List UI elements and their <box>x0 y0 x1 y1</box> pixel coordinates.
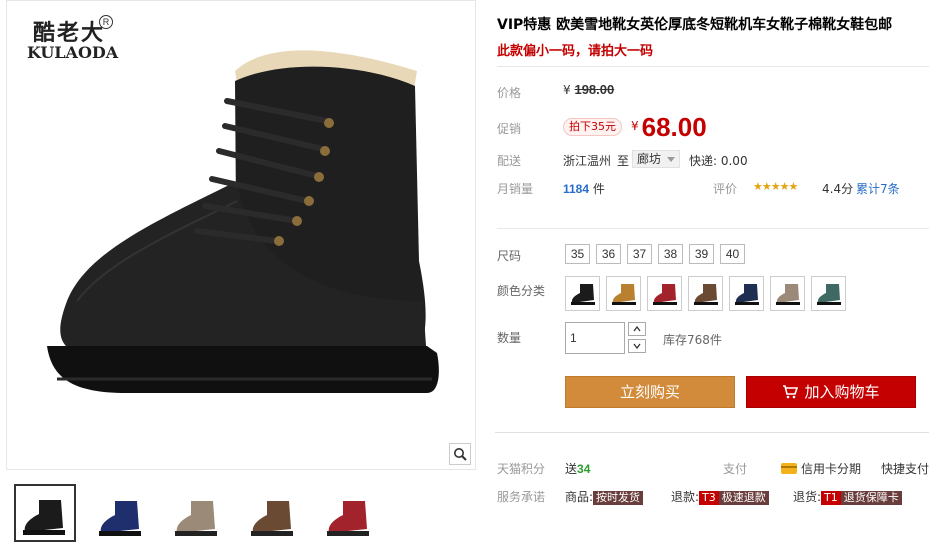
credit-installment[interactable]: 信用卡分期 <box>781 460 861 477</box>
promo-currency: ¥ <box>631 119 639 133</box>
stock-count: 库存768件 <box>663 333 722 347</box>
service-goods: 商品: 按时发货 <box>565 488 644 505</box>
size-notice: 此款偏小一码，请拍大一码 <box>497 44 654 59</box>
monthly-sales-count: 1184 <box>563 182 590 196</box>
service-return: 退货: T1 退货保障卡 <box>793 488 902 505</box>
quantity-input[interactable]: 1 <box>565 322 625 354</box>
color-swatch[interactable] <box>565 276 600 311</box>
color-swatch[interactable] <box>647 276 682 311</box>
color-swatch[interactable] <box>688 276 723 311</box>
promo-tag: 拍下35元 <box>563 118 622 136</box>
quantity-decrease-button[interactable] <box>628 339 646 353</box>
boot-swatch-icon <box>652 283 677 305</box>
pay-label: 支付 <box>723 462 748 476</box>
credit-card-icon <box>781 463 797 474</box>
ship-destination-value: 廊坊 <box>637 152 662 166</box>
quick-pay[interactable]: 快捷支付 <box>881 460 929 477</box>
ship-destination-select[interactable]: 廊坊 <box>632 150 681 168</box>
size-option[interactable]: 35 <box>565 244 590 264</box>
boot-swatch-icon <box>693 283 718 305</box>
points-label: 天猫积分 <box>497 462 546 476</box>
service-refund: 退款: T3 极速退款 <box>671 488 769 505</box>
monthly-sales-label: 月销量 <box>497 182 534 196</box>
color-swatch[interactable] <box>811 276 846 311</box>
color-swatch[interactable] <box>729 276 764 311</box>
add-to-cart-button[interactable]: 加入购物车 <box>746 376 916 408</box>
cart-icon <box>783 385 799 399</box>
points-number: 34 <box>577 462 591 476</box>
rating-label: 评价 <box>713 182 738 196</box>
shipping-fee: 快递: 0.00 <box>689 154 748 168</box>
service-refund-label: 退款: <box>671 490 700 504</box>
service-return-label: 退货: <box>793 490 822 504</box>
color-swatch[interactable] <box>606 276 641 311</box>
zoom-icon[interactable] <box>449 443 471 465</box>
product-title: VIP特惠 欧美雪地靴女英伦厚底冬短靴机车女靴子棉靴女鞋包邮 <box>497 17 893 33</box>
main-product-image[interactable]: 酷老大 R KULAODA <box>6 0 476 470</box>
add-to-cart-label: 加入购物车 <box>804 383 880 401</box>
service-return-tag[interactable]: 退货保障卡 <box>840 491 902 505</box>
color-options <box>565 276 846 311</box>
review-count-link[interactable]: 累计7条 <box>856 180 900 197</box>
original-price: ¥ 198.00 <box>563 82 614 97</box>
rating-score: 4.4分 <box>822 182 854 196</box>
service-goods-label: 商品: <box>565 490 594 504</box>
monthly-sales-unit: 件 <box>592 182 605 196</box>
size-option[interactable]: 40 <box>720 244 745 264</box>
points-value: 送34 <box>565 460 590 477</box>
size-option[interactable]: 39 <box>689 244 714 264</box>
service-goods-tag[interactable]: 按时发货 <box>593 491 644 505</box>
thumbnail-3[interactable] <box>166 484 228 542</box>
color-swatch[interactable] <box>770 276 805 311</box>
boot-swatch-icon <box>570 283 595 305</box>
color-label: 颜色分类 <box>497 284 546 298</box>
boot-swatch-icon <box>816 283 841 305</box>
thumbnail-strip <box>14 484 380 542</box>
promo-label: 促销 <box>497 122 522 136</box>
price-area: 价格 ¥ 198.00 促销 拍下35元 ¥68.00 配送 浙江温州 至 廊坊… <box>495 72 927 208</box>
size-options: 35 36 37 38 39 40 <box>565 244 745 264</box>
quantity-increase-button[interactable] <box>628 322 646 336</box>
boot-swatch-icon <box>611 283 636 305</box>
chevron-down-icon <box>667 157 676 162</box>
monthly-sales: 1184 件 <box>563 180 605 197</box>
ship-to-word: 至 <box>617 154 630 168</box>
divider <box>495 432 929 433</box>
rating-stars-icon: ★★★★★ <box>753 180 798 193</box>
boot-swatch-icon <box>775 283 800 305</box>
shipping-label: 配送 <box>497 154 522 168</box>
ship-from: 浙江温州 <box>563 154 612 168</box>
currency-symbol: ¥ <box>563 83 571 97</box>
thumbnail-5[interactable] <box>318 484 380 542</box>
original-price-value: 198.00 <box>574 82 615 97</box>
size-option[interactable]: 37 <box>627 244 652 264</box>
boot-swatch-icon <box>734 283 759 305</box>
size-option[interactable]: 36 <box>596 244 621 264</box>
thumbnail-1[interactable] <box>14 484 76 542</box>
chevron-up-icon <box>633 326 641 332</box>
service-refund-tag[interactable]: 极速退款 <box>718 491 769 505</box>
divider <box>497 228 929 229</box>
service-promise-label: 服务承诺 <box>497 490 546 504</box>
credit-installment-label: 信用卡分期 <box>801 462 862 476</box>
promo-price-value: 68.00 <box>641 112 707 142</box>
chevron-down-icon <box>633 343 641 349</box>
size-option[interactable]: 38 <box>658 244 683 264</box>
service-return-t-badge: T1 <box>821 491 841 505</box>
promo-price: ¥68.00 <box>631 112 707 143</box>
thumbnail-2[interactable] <box>90 484 152 542</box>
size-label: 尺码 <box>497 249 522 263</box>
boot-image <box>47 50 439 393</box>
thumbnail-4[interactable] <box>242 484 304 542</box>
service-refund-t-badge: T3 <box>699 491 719 505</box>
buy-now-button[interactable]: 立刻购买 <box>565 376 735 408</box>
price-label: 价格 <box>497 86 522 100</box>
divider <box>497 66 929 67</box>
points-prefix: 送 <box>565 462 578 476</box>
quantity-label: 数量 <box>497 331 522 345</box>
